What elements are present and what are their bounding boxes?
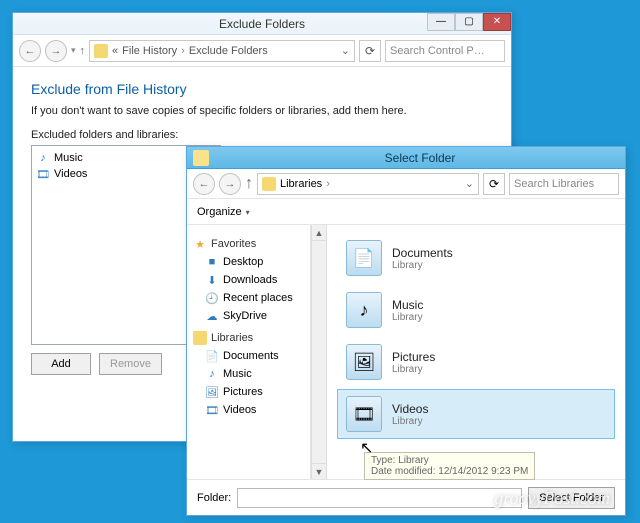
titlebar[interactable]: Select Folder — [187, 147, 625, 169]
scroll-down-icon[interactable]: ▼ — [312, 463, 326, 479]
list-label: Excluded folders and libraries: — [31, 129, 493, 141]
library-item-videos[interactable]: 🎞 VideosLibrary — [337, 389, 615, 439]
maximize-button[interactable]: ▢ — [455, 13, 483, 31]
select-folder-dialog: Select Folder ← → ↑ Libraries › ⌄ ⟳ Sear… — [186, 146, 626, 516]
library-name: Pictures — [392, 350, 435, 364]
breadcrumb-seg2[interactable]: Exclude Folders — [189, 45, 268, 57]
library-type: Library — [392, 364, 435, 375]
breadcrumb-seg1[interactable]: Libraries — [280, 178, 322, 190]
organize-bar: Organize▾ — [187, 199, 625, 225]
videos-icon: 🎞 — [346, 396, 382, 432]
library-name: Music — [392, 298, 423, 312]
organize-button[interactable]: Organize▾ — [197, 206, 250, 218]
library-name: Videos — [392, 402, 428, 416]
nav-toolbar: ← → ▾ ↑ « File History › Exclude Folders… — [13, 35, 511, 67]
titlebar[interactable]: Exclude Folders — ▢ ✕ — [13, 13, 511, 35]
sidebar-item-downloads[interactable]: ⬇Downloads — [191, 271, 306, 289]
music-icon: ♪ — [346, 292, 382, 328]
sidebar-item-videos[interactable]: 🎞Videos — [191, 401, 306, 419]
sidebar-item-desktop[interactable]: ■Desktop — [191, 253, 306, 271]
libraries-icon — [262, 177, 276, 191]
refresh-button[interactable]: ⟳ — [483, 173, 505, 195]
sidebar-item-music[interactable]: ♪Music — [191, 365, 306, 383]
select-folder-button[interactable]: Select Folder — [528, 487, 615, 509]
forward-button[interactable]: → — [219, 173, 241, 195]
chevron-down-icon[interactable]: ⌄ — [465, 177, 474, 190]
sidebar-item-pictures[interactable]: 🖼Pictures — [191, 383, 306, 401]
library-item-music[interactable]: ♪ MusicLibrary — [337, 285, 615, 335]
dialog-footer: Folder: Select Folder — [187, 479, 625, 515]
dialog-title: Select Folder — [215, 151, 625, 165]
up-button[interactable]: ↑ — [245, 175, 253, 193]
library-item-pictures[interactable]: 🖼 PicturesLibrary — [337, 337, 615, 387]
list-item-label: Videos — [54, 168, 87, 180]
dialog-body: ★Favorites ■Desktop ⬇Downloads 🕘Recent p… — [187, 225, 625, 479]
close-button[interactable]: ✕ — [483, 13, 511, 31]
downloads-icon: ⬇ — [205, 273, 219, 287]
chevron-right-icon: › — [181, 45, 185, 57]
back-button[interactable]: ← — [193, 173, 215, 195]
list-item-label: Music — [54, 152, 83, 164]
library-type: Library — [392, 312, 423, 323]
star-icon: ★ — [193, 237, 207, 251]
sidebar-header-favorites[interactable]: ★Favorites — [191, 235, 306, 253]
minimize-button[interactable]: — — [427, 13, 455, 31]
pictures-icon: 🖼 — [205, 385, 219, 399]
library-type: Library — [392, 260, 453, 271]
search-input[interactable]: Search Libraries — [509, 173, 619, 195]
cloud-icon: ☁ — [205, 309, 219, 323]
nav-toolbar: ← → ↑ Libraries › ⌄ ⟳ Search Libraries — [187, 169, 625, 199]
folder-list: 📄 DocumentsLibrary ♪ MusicLibrary 🖼 Pict… — [327, 225, 625, 479]
music-icon: ♪ — [36, 151, 50, 165]
page-subtext: If you don't want to save copies of spec… — [31, 105, 493, 117]
libraries-icon — [193, 331, 207, 345]
videos-icon: 🎞 — [205, 403, 219, 417]
chevron-right-icon: › — [326, 178, 330, 190]
sidebar-scrollbar[interactable]: ▲ ▼ — [311, 225, 327, 479]
refresh-button[interactable]: ⟳ — [359, 40, 381, 62]
breadcrumb-seg1[interactable]: File History — [122, 45, 177, 57]
breadcrumb[interactable]: « File History › Exclude Folders ⌄ — [89, 40, 355, 62]
page-heading: Exclude from File History — [31, 81, 493, 97]
recent-icon: 🕘 — [205, 291, 219, 305]
sidebar-item-skydrive[interactable]: ☁SkyDrive — [191, 307, 306, 325]
up-button[interactable]: ↑ — [80, 45, 86, 57]
library-item-documents[interactable]: 📄 DocumentsLibrary — [337, 233, 615, 283]
search-input[interactable]: Search Control P… — [385, 40, 505, 62]
add-button[interactable]: Add — [31, 353, 91, 375]
chevron-down-icon[interactable]: ⌄ — [341, 44, 350, 57]
videos-icon: 🎞 — [36, 167, 50, 181]
sidebar-item-recent[interactable]: 🕘Recent places — [191, 289, 306, 307]
recent-dropdown-icon[interactable]: ▾ — [71, 45, 76, 56]
pictures-icon: 🖼 — [346, 344, 382, 380]
sidebar-item-documents[interactable]: 📄Documents — [191, 347, 306, 365]
window-controls: — ▢ ✕ — [427, 13, 511, 31]
forward-button[interactable]: → — [45, 40, 67, 62]
breadcrumb[interactable]: Libraries › ⌄ — [257, 173, 479, 195]
folder-input[interactable] — [237, 488, 522, 508]
back-button[interactable]: ← — [19, 40, 41, 62]
breadcrumb-root: « — [112, 45, 118, 57]
sidebar: ★Favorites ■Desktop ⬇Downloads 🕘Recent p… — [187, 225, 311, 479]
library-name: Documents — [392, 246, 453, 260]
remove-button[interactable]: Remove — [99, 353, 162, 375]
folder-icon — [193, 150, 209, 166]
library-type: Library — [392, 416, 428, 427]
folder-label: Folder: — [197, 492, 231, 504]
search-placeholder: Search Libraries — [514, 178, 594, 190]
music-icon: ♪ — [205, 367, 219, 381]
scroll-up-icon[interactable]: ▲ — [312, 225, 326, 241]
sidebar-header-libraries[interactable]: Libraries — [191, 329, 306, 347]
search-placeholder: Search Control P… — [390, 45, 485, 57]
document-icon: 📄 — [346, 240, 382, 276]
control-panel-icon — [94, 44, 108, 58]
desktop-icon: ■ — [205, 255, 219, 269]
document-icon: 📄 — [205, 349, 219, 363]
